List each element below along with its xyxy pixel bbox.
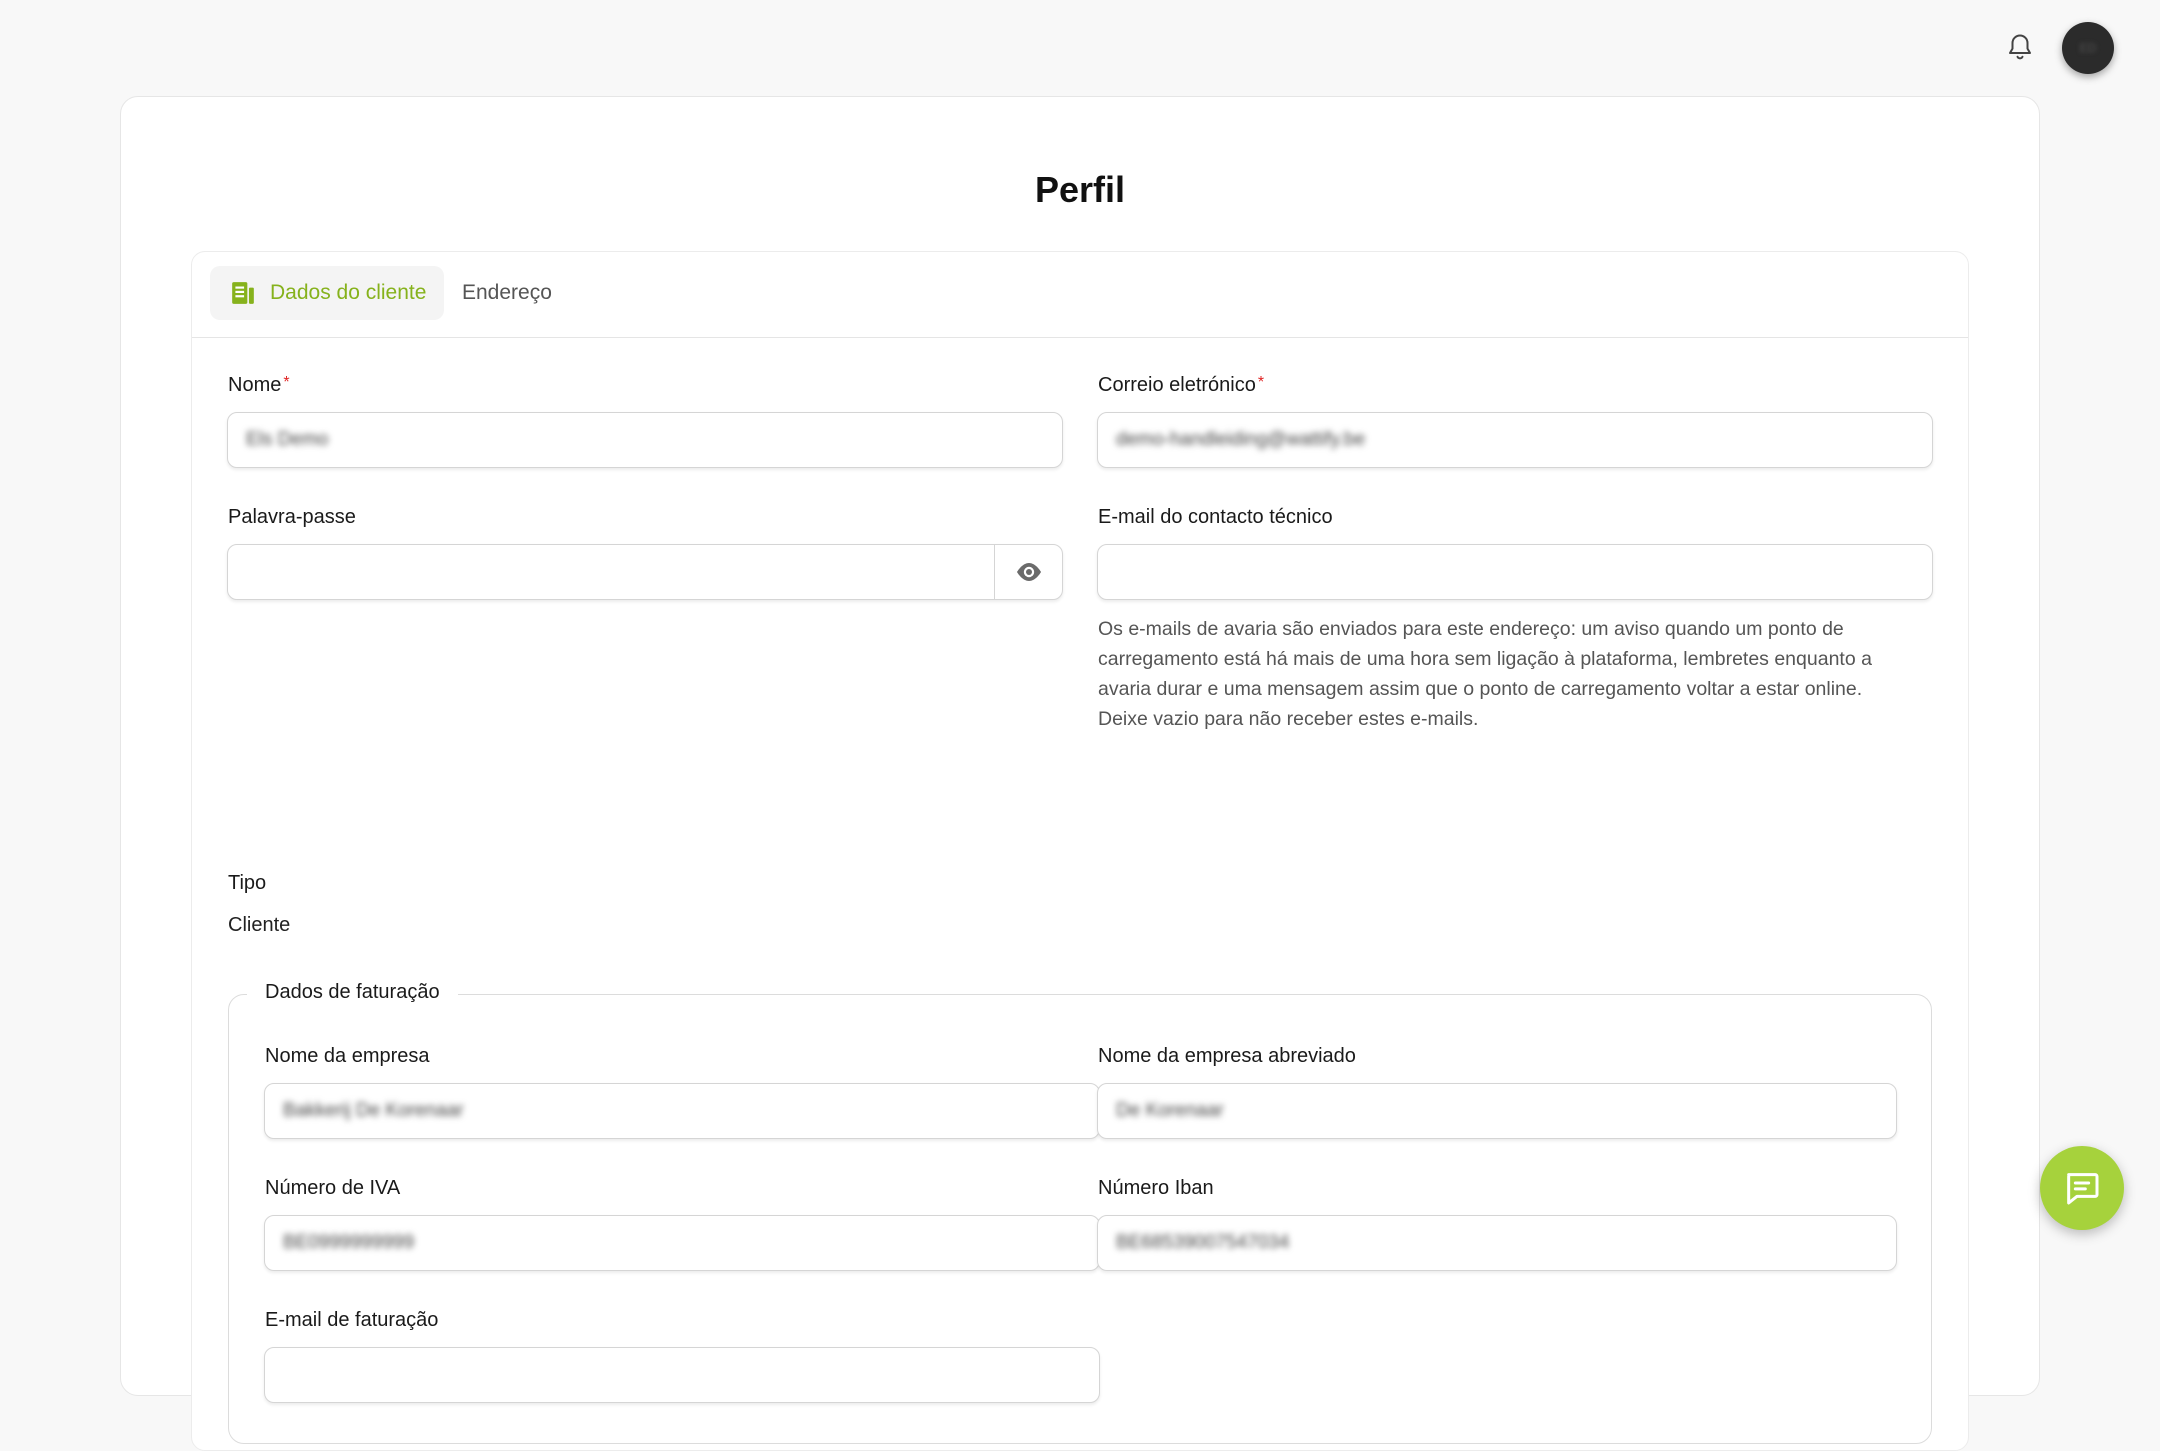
- tab-label: Dados do cliente: [270, 281, 427, 304]
- help-line: avaria durar e uma mensagem assim que o …: [1098, 678, 1863, 700]
- billing-section: Dados de faturação Nome da empresa Bakke…: [228, 981, 1932, 1444]
- tech-email-input[interactable]: [1097, 544, 1933, 600]
- billing-email-label: E-mail de faturação: [265, 1309, 439, 1331]
- company-name-input[interactable]: Bakkerij De Korenaar: [264, 1083, 1100, 1139]
- password-label: Palavra-passe: [228, 506, 356, 528]
- profile-panel: Dados do cliente Endereço Nome * Els Demo…: [191, 251, 1969, 1451]
- vat-value: BE0999999999: [283, 1232, 415, 1253]
- help-line: Os e-mails de avaria são enviados para e…: [1098, 618, 1844, 640]
- tech-email-help: Os e-mails de avaria são enviados para e…: [1098, 614, 1948, 734]
- tab-customer-data[interactable]: Dados do cliente: [210, 266, 444, 320]
- notifications-bell-icon[interactable]: [2000, 28, 2040, 68]
- tab-bar: Dados do cliente Endereço: [192, 252, 1968, 338]
- help-line: carregamento está há mais de uma hora se…: [1098, 648, 1872, 670]
- company-short-value: De Korenaar: [1116, 1100, 1224, 1121]
- iban-input[interactable]: BE68539007547034: [1097, 1215, 1897, 1271]
- tech-email-label: E-mail do contacto técnico: [1098, 506, 1333, 528]
- user-avatar[interactable]: ED: [2062, 22, 2114, 74]
- chat-button[interactable]: [2040, 1146, 2124, 1230]
- email-input[interactable]: demo-handleiding@wattify.be: [1097, 412, 1933, 468]
- company-short-label: Nome da empresa abreviado: [1098, 1045, 1356, 1067]
- email-label: Correio eletrónico *: [1098, 374, 1264, 397]
- company-name-label: Nome da empresa: [265, 1045, 430, 1067]
- iban-label: Número Iban: [1098, 1177, 1214, 1199]
- chat-bubble-icon: [2062, 1168, 2102, 1208]
- email-label-text: Correio eletrónico: [1098, 374, 1256, 396]
- name-input[interactable]: Els Demo: [227, 412, 1063, 468]
- help-line: Deixe vazio para não receber estes e-mai…: [1098, 708, 1479, 730]
- billing-legend: Dados de faturação: [247, 981, 458, 1004]
- tab-address[interactable]: Endereço: [452, 266, 552, 320]
- document-icon: [230, 280, 256, 306]
- company-name-value: Bakkerij De Korenaar: [283, 1100, 464, 1121]
- email-value: demo-handleiding@wattify.be: [1116, 429, 1366, 450]
- vat-label: Número de IVA: [265, 1177, 401, 1199]
- profile-card: Perfil Dados do cliente Endereço Nome * …: [120, 96, 2040, 1451]
- page-title: Perfil: [1034, 169, 1126, 210]
- top-bar: ED: [0, 0, 2160, 96]
- show-password-eye-icon[interactable]: [994, 545, 1062, 599]
- billing-email-input[interactable]: [264, 1347, 1100, 1403]
- required-marker: *: [283, 374, 290, 391]
- avatar-initials: ED: [2079, 41, 2097, 55]
- name-label-text: Nome: [228, 374, 282, 396]
- password-input[interactable]: [227, 544, 1063, 600]
- vat-input[interactable]: BE0999999999: [264, 1215, 1100, 1271]
- type-label: Tipo: [228, 872, 267, 894]
- type-value: Cliente: [228, 914, 291, 936]
- name-value: Els Demo: [246, 429, 329, 450]
- tab-label: Endereço: [462, 281, 552, 304]
- iban-value: BE68539007547034: [1116, 1232, 1290, 1253]
- required-marker: *: [1257, 374, 1265, 391]
- company-short-input[interactable]: De Korenaar: [1097, 1083, 1897, 1139]
- name-label: Nome *: [228, 374, 290, 397]
